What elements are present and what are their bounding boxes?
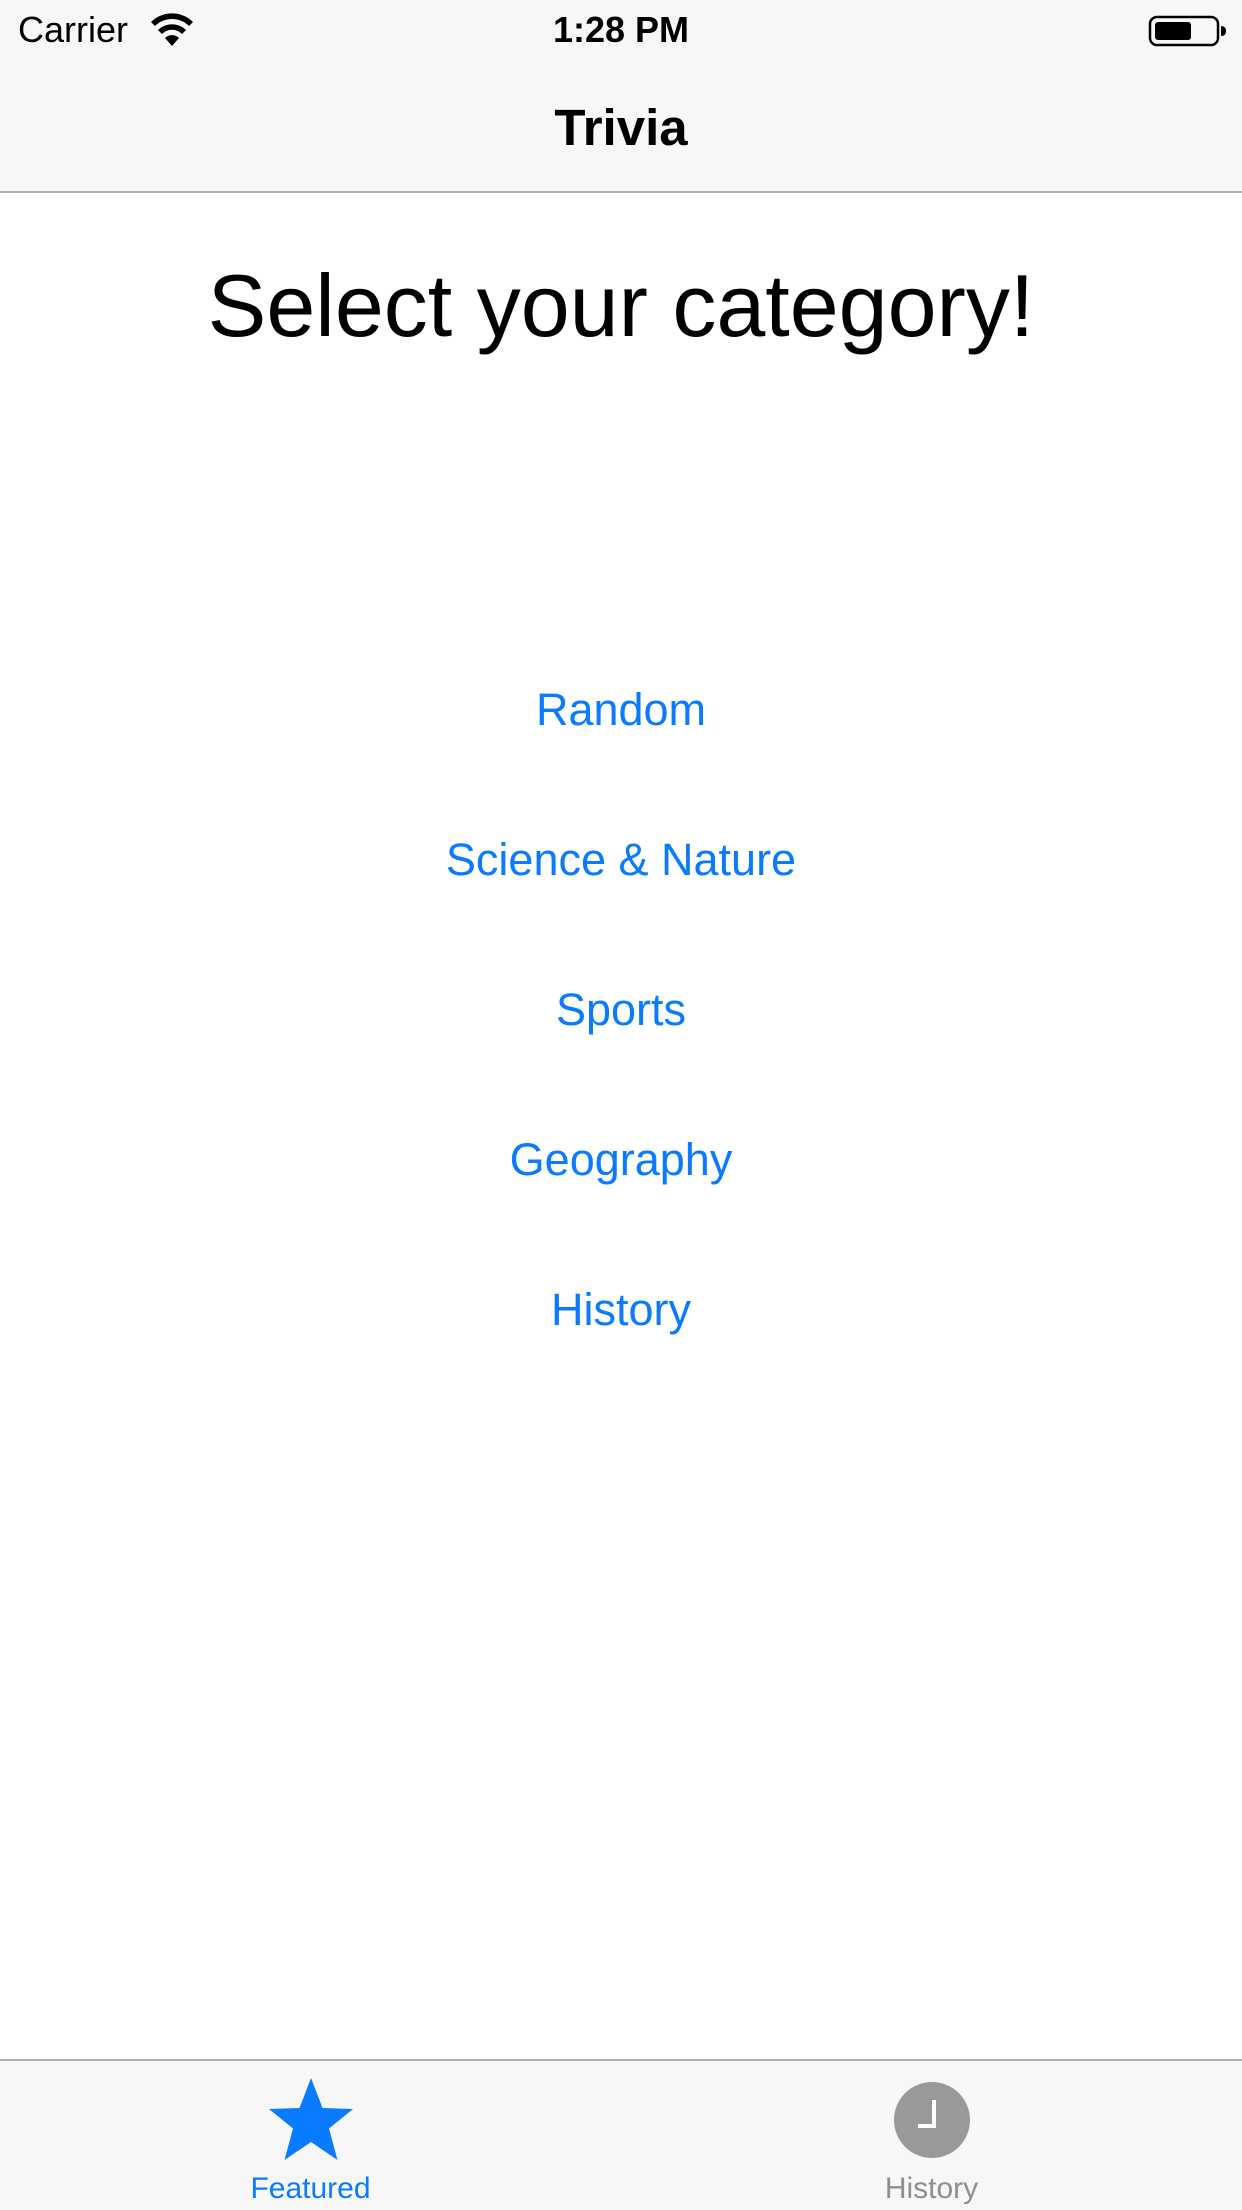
nav-title: Trivia [554, 99, 688, 156]
category-list: Random Science & Nature Sports Geography… [0, 660, 1242, 1410]
page-headline: Select your category! [207, 256, 1035, 355]
category-button-random[interactable]: Random [321, 660, 921, 760]
category-button-geography[interactable]: Geography [321, 1110, 921, 1210]
tab-bar: Featured History [0, 2059, 1242, 2210]
tab-history-label: History [884, 2172, 979, 2205]
tab-history[interactable]: History [621, 2061, 1242, 2210]
tab-featured-label: Featured [250, 2172, 371, 2205]
category-button-science-nature[interactable]: Science & Nature [321, 810, 921, 910]
navigation-bar: Trivia [0, 60, 1242, 193]
star-icon [268, 2078, 353, 2160]
clock-icon [893, 2082, 970, 2158]
status-time: 1:28 PM [552, 9, 690, 50]
status-bar: Carrier 1:28 PM [0, 0, 1242, 60]
category-button-history[interactable]: History [321, 1260, 921, 1360]
battery-icon [1148, 15, 1226, 47]
tab-featured[interactable]: Featured [0, 2061, 621, 2210]
category-button-sports[interactable]: Sports [321, 960, 921, 1060]
